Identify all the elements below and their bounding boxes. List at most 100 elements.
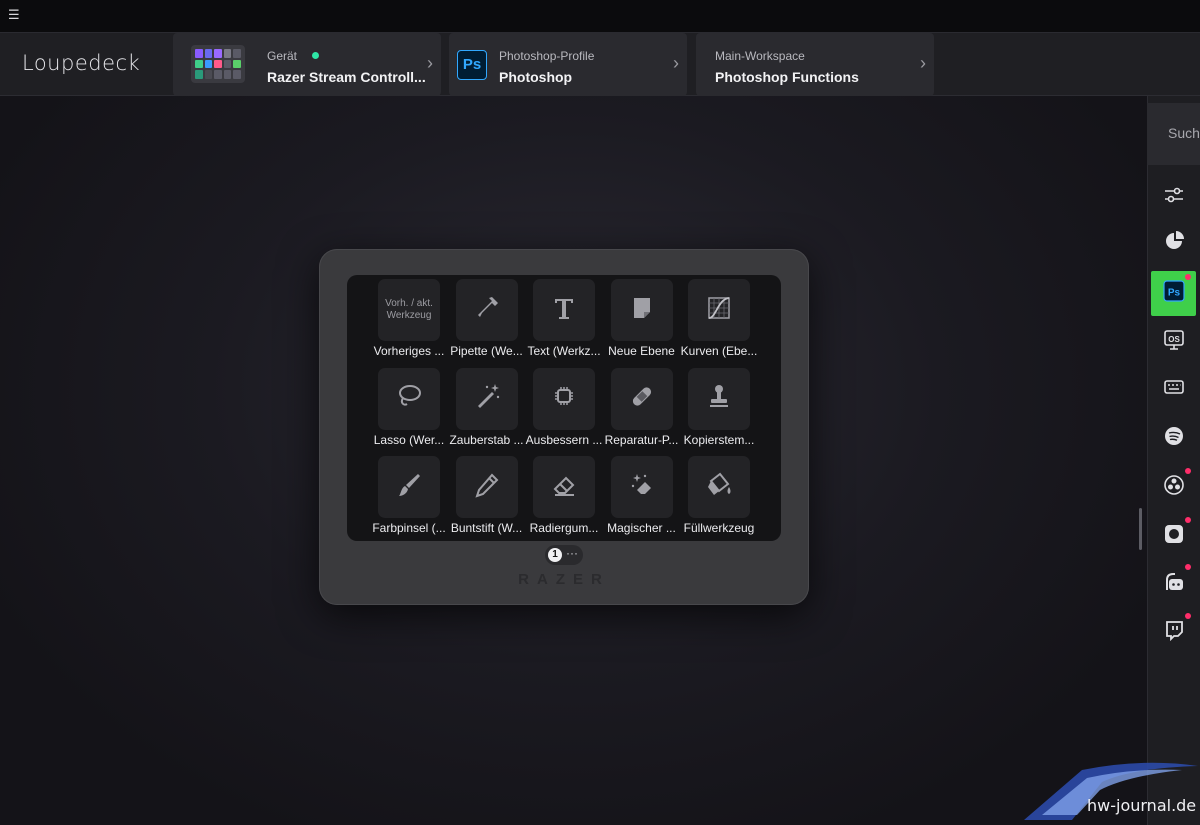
sidebar-item-photoshop[interactable]: Ps — [1151, 271, 1196, 316]
device-key-button[interactable] — [455, 367, 518, 430]
device-key-button[interactable] — [455, 456, 518, 518]
profile-name: Photoshop — [499, 69, 573, 85]
device-key[interactable]: Ausbessern ... — [526, 364, 602, 452]
sidebar-item-twitch[interactable] — [1151, 610, 1196, 655]
pencil-icon — [470, 468, 504, 507]
device-key-button[interactable] — [533, 456, 595, 518]
device-key[interactable]: Neue Ebene — [606, 275, 678, 363]
device-key[interactable]: Magischer ... — [606, 452, 678, 540]
sidebar-item-os[interactable]: OS — [1151, 320, 1196, 365]
device-key-label: Magischer ... — [607, 521, 676, 535]
device-key[interactable]: Zauberstab ... — [449, 364, 524, 452]
device-key-label: Reparatur-P... — [604, 432, 679, 447]
workspace-selector[interactable]: Main-Workspace Photoshop Functions › — [696, 33, 934, 96]
notification-dot — [1185, 564, 1191, 570]
hamburger-icon[interactable]: ☰ — [8, 8, 22, 22]
device-key-button[interactable] — [610, 279, 673, 341]
brush-icon — [392, 468, 426, 507]
sidebar-item-camera[interactable] — [1151, 514, 1196, 559]
search-input[interactable]: Suche — [1147, 103, 1200, 165]
device-key[interactable]: Kurven (Ebe... — [681, 275, 757, 363]
notification-dot — [1185, 468, 1191, 474]
device-key-label: Buntstift (W... — [450, 521, 523, 535]
device-key-button[interactable] — [378, 456, 440, 518]
device-name: Razer Stream Controll... — [267, 69, 426, 85]
page-number[interactable]: 1 — [548, 548, 562, 562]
device-key-label: Kurven (Ebe... — [680, 344, 758, 358]
text-tool-icon — [547, 291, 581, 330]
device-key[interactable]: Kopierstem... — [683, 364, 755, 452]
more-pages-icon[interactable]: ··· — [566, 546, 578, 560]
device-key[interactable]: Füllwerkzeug — [683, 452, 755, 540]
os-icon: OS — [1163, 329, 1185, 356]
notification-dot — [1185, 274, 1191, 280]
device-key-label: Radiergum... — [529, 521, 599, 535]
sidebar-item-obs[interactable] — [1151, 465, 1196, 510]
watermark-text: hw-journal.de — [1087, 796, 1197, 815]
device-key-label: Lasso (Wer... — [373, 432, 445, 447]
chevron-right-icon: › — [920, 53, 926, 73]
bandage-icon — [625, 379, 659, 418]
device-key-label: Neue Ebene — [608, 344, 675, 358]
magic-wand-icon — [470, 379, 504, 418]
device-key-button[interactable] — [455, 279, 518, 341]
device-key-button[interactable] — [688, 279, 750, 341]
device-key-button[interactable]: Vorh. / akt. Werkzeug — [378, 279, 440, 341]
device-key-label: Farbpinsel (... — [372, 521, 446, 535]
device-key[interactable]: Radiergum... — [528, 452, 600, 540]
device-key-button[interactable] — [688, 456, 750, 518]
notification-dot — [1185, 517, 1191, 523]
magic-eraser-icon — [625, 468, 659, 507]
svg-text:OS: OS — [1168, 335, 1180, 344]
device-key[interactable]: Reparatur-P... — [605, 364, 678, 452]
stamp-icon — [702, 379, 736, 418]
device-key[interactable]: Vorh. / akt. Werkzeug Vorheriges ... — [373, 275, 445, 363]
device-label: Gerät — [267, 49, 298, 63]
device-key-button[interactable] — [378, 367, 440, 430]
device-key[interactable]: Lasso (Wer... — [373, 364, 445, 452]
notification-dot — [1185, 613, 1191, 619]
chevron-right-icon: › — [427, 53, 433, 73]
device-key[interactable]: Farbpinsel (... — [372, 452, 446, 540]
razer-brand-text: RAZER — [518, 571, 610, 588]
device-screen: Vorh. / akt. Werkzeug Vorheriges ... Pipet… — [347, 275, 781, 541]
workspace-name: Photoshop Functions — [715, 69, 859, 85]
sidebar-item-sliders[interactable] — [1151, 175, 1196, 220]
device-thumbnail-icon — [191, 45, 245, 83]
sidebar-item-streamlabs[interactable] — [1151, 561, 1196, 606]
device-key[interactable]: Buntstift (W... — [451, 452, 523, 540]
loupedeck-logo: Loupedeck — [22, 51, 141, 75]
device-key-button[interactable] — [688, 367, 750, 430]
device-key-label: Füllwerkzeug — [683, 521, 755, 535]
workspace-label: Main-Workspace — [715, 49, 805, 63]
sidebar-item-keyboard[interactable] — [1151, 367, 1196, 412]
sidebar-item-spotify[interactable] — [1151, 416, 1196, 461]
hw-journal-logo-icon — [1024, 762, 1198, 820]
photoshop-icon: Ps — [457, 50, 487, 80]
svg-text:Ps: Ps — [1167, 288, 1180, 299]
device-key-button[interactable] — [533, 279, 595, 341]
new-layer-icon — [625, 291, 659, 330]
chevron-right-icon: › — [673, 53, 679, 73]
device-key-label: Text (Werkz... — [527, 344, 601, 358]
profile-selector[interactable]: Ps Photoshop-Profile Photoshop › — [449, 33, 687, 96]
device-key-button[interactable] — [533, 367, 595, 430]
eraser-icon — [547, 468, 581, 507]
keyboard-icon — [1163, 376, 1185, 403]
header-bar: Loupedeck Gerät Razer Stream Controll...… — [0, 33, 1200, 96]
device-key-label: Pipette (We... — [450, 344, 523, 358]
device-key-button[interactable] — [610, 367, 673, 430]
search-placeholder: Suche — [1168, 125, 1200, 141]
device-key-label: Kopierstem... — [683, 432, 755, 447]
obs-icon — [1163, 474, 1185, 501]
stream-controller-device: Vorh. / akt. Werkzeug Vorheriges ... Pipet… — [319, 249, 809, 605]
page-indicator[interactable]: 1 ··· — [545, 545, 583, 565]
streamlabs-icon — [1163, 570, 1185, 597]
device-selector[interactable]: Gerät Razer Stream Controll... › — [173, 33, 441, 96]
sidebar-item-pie[interactable] — [1151, 221, 1196, 266]
scrollbar-thumb[interactable] — [1139, 508, 1142, 550]
device-key[interactable]: Text (Werkz... — [527, 275, 601, 363]
device-key-button[interactable] — [610, 456, 673, 518]
spotify-icon — [1163, 425, 1185, 452]
device-key[interactable]: Pipette (We... — [450, 275, 523, 363]
